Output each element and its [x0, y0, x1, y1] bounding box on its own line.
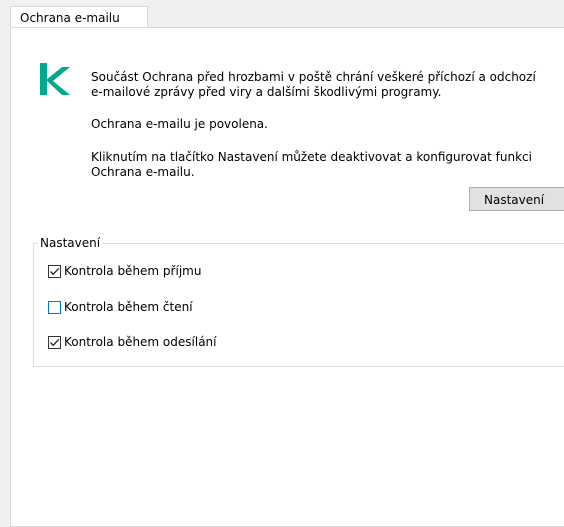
- option-scan-on-receive[interactable]: Kontrola během příjmu: [48, 263, 201, 279]
- tab-label: Ochrana e-mailu: [20, 11, 120, 25]
- protection-status: Ochrana e-mailu je povolena.: [91, 117, 268, 131]
- hint-line-2: Ochrana e-mailu.: [91, 165, 195, 179]
- description-line-2: e-mailové zprávy před viry a dalšími ško…: [91, 85, 442, 99]
- checkbox-checked-icon[interactable]: [48, 335, 61, 349]
- tab-email-protection[interactable]: Ochrana e-mailu: [10, 6, 148, 28]
- option-scan-on-send[interactable]: Kontrola během odesílání: [48, 334, 216, 350]
- settings-group-label: Nastavení: [38, 235, 103, 251]
- option-label: Kontrola během čtení: [64, 300, 193, 314]
- option-scan-on-read[interactable]: Kontrola během čtení: [48, 299, 193, 315]
- checkbox-checked-icon[interactable]: [48, 264, 61, 278]
- kaspersky-logo-icon: [40, 63, 70, 95]
- option-label: Kontrola během příjmu: [64, 264, 202, 278]
- settings-button[interactable]: Nastavení: [469, 187, 564, 211]
- checkbox-unchecked-icon[interactable]: [48, 300, 61, 314]
- option-label: Kontrola během odesílání: [64, 335, 217, 349]
- tab-strip: Ochrana e-mailu: [0, 0, 564, 28]
